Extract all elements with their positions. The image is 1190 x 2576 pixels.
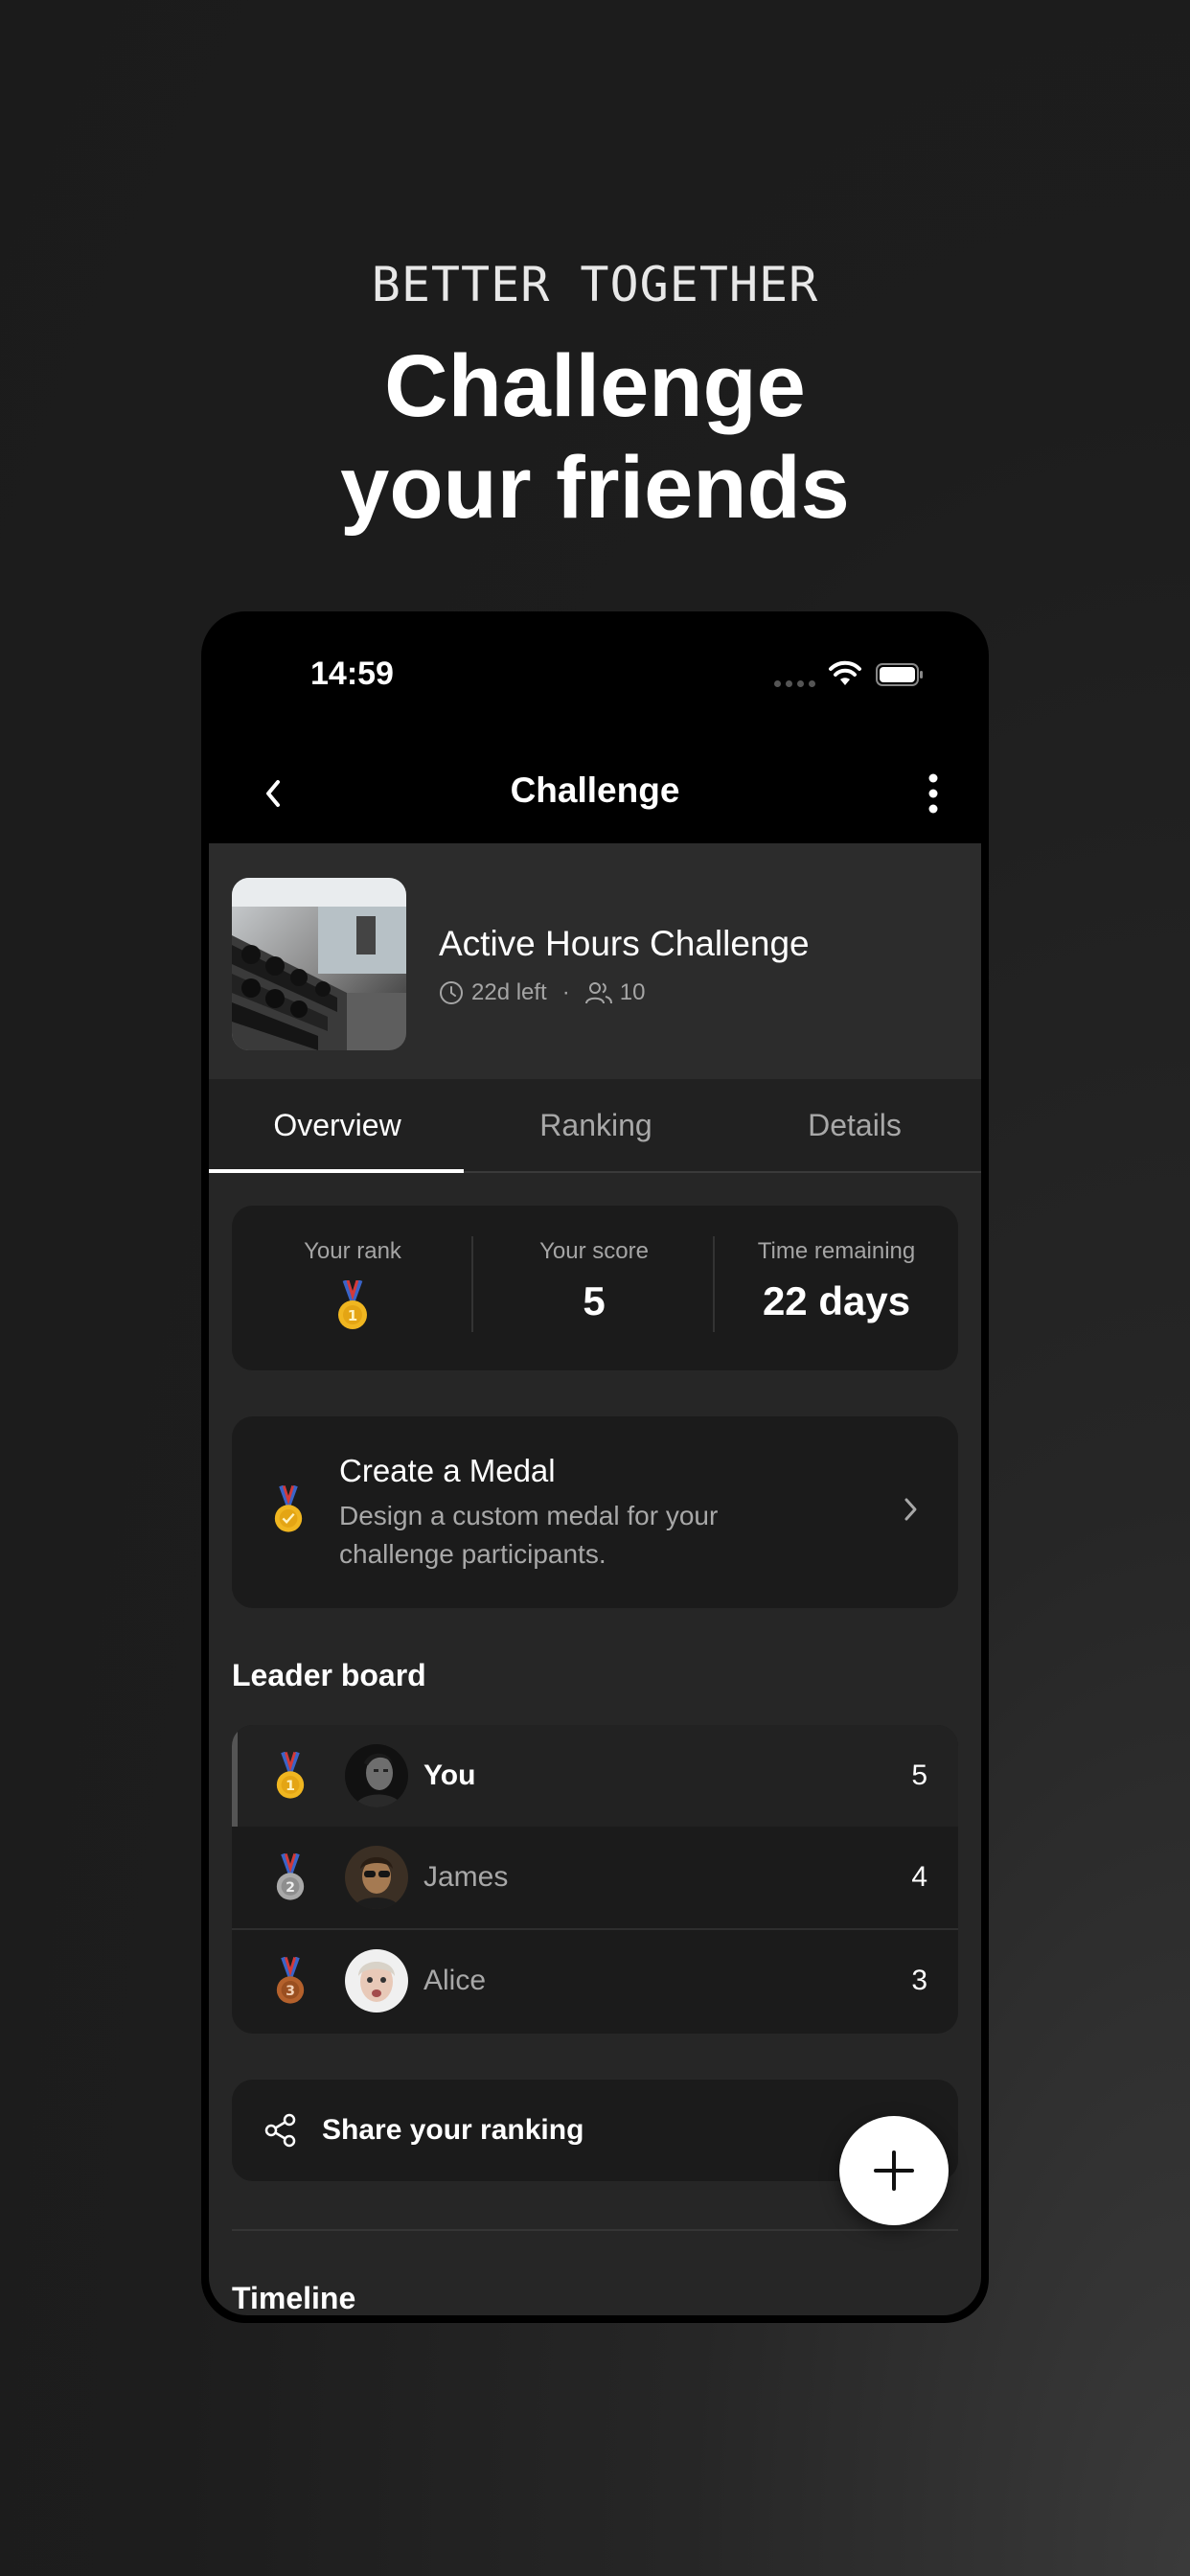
plus-icon: [874, 2150, 914, 2191]
create-medal-description: Design a custom medal for your challenge…: [339, 1501, 719, 1569]
leaderboard-row[interactable]: 1 You 5: [232, 1725, 958, 1827]
promo-headline: Challenge your friends: [0, 335, 1190, 539]
timeline-title: Timeline: [232, 2281, 356, 2315]
leaderboard-row[interactable]: 2 James 4: [232, 1827, 958, 1928]
leaderboard-name: James: [423, 1861, 509, 1893]
medal-icon: [274, 1485, 303, 1532]
nav-title: Challenge: [510, 770, 680, 810]
stat-score-label: Your score: [539, 1238, 649, 1264]
stat-time-value: 22 days: [762, 1278, 911, 1323]
share-ranking-label: Share your ranking: [322, 2114, 584, 2146]
stats-card: Your rank 1 Your score 5 Time remaining …: [232, 1206, 958, 1370]
headline-line-1: Challenge: [384, 337, 806, 435]
leaderboard-score: 3: [911, 1965, 927, 1996]
clock-icon: [440, 981, 463, 1004]
stat-score: Your score 5: [473, 1206, 715, 1370]
leaderboard-score: 5: [911, 1760, 927, 1791]
avatar: [345, 1744, 408, 1807]
stat-score-value: 5: [583, 1278, 606, 1323]
stat-rank: Your rank 1: [232, 1206, 473, 1370]
leaderboard-title: Leader board: [232, 1658, 426, 1692]
add-fab-button[interactable]: [839, 2116, 949, 2225]
status-time: 14:59: [310, 656, 394, 692]
challenge-title: Active Hours Challenge: [439, 924, 810, 963]
leaderboard-list: 1 You 5 2 James 4 3 Alice 3: [232, 1725, 958, 2034]
meta-separator: ·: [561, 979, 570, 1005]
stat-time: Time remaining 22 days: [715, 1206, 958, 1370]
phone-frame: 14:59 Challenge Active Hours Challenge 2…: [201, 611, 989, 2323]
phone-screen: 14:59 Challenge Active Hours Challenge 2…: [209, 611, 981, 2315]
people-icon: [584, 982, 612, 1004]
create-medal-card[interactable]: Create a Medal Design a custom medal for…: [232, 1416, 958, 1608]
share-icon: [264, 2113, 296, 2148]
gold-medal-icon: 1: [338, 1280, 367, 1329]
chevron-right-icon: [904, 1498, 917, 1521]
wifi-icon: [829, 660, 861, 685]
battery-icon: [876, 663, 923, 686]
more-icon[interactable]: [927, 772, 939, 815]
avatar: [345, 1949, 408, 2012]
tab-bar: Overview Ranking Details: [209, 1079, 981, 1173]
svg-text:2: 2: [286, 1880, 295, 1896]
time-left: 22d left: [471, 979, 547, 1005]
stat-rank-label: Your rank: [304, 1238, 401, 1264]
avatar: [345, 1846, 408, 1909]
leaderboard-score: 4: [911, 1861, 927, 1893]
headline-line-2: your friends: [340, 439, 850, 537]
tab-overview[interactable]: Overview: [209, 1108, 466, 1143]
status-bar: 14:59: [209, 611, 981, 746]
promo-kicker: BETTER TOGETHER: [371, 257, 819, 312]
current-user-indicator: [232, 1725, 238, 1827]
nav-bar: Challenge: [209, 746, 981, 843]
participant-count: 10: [619, 979, 646, 1005]
svg-text:1: 1: [348, 1307, 357, 1324]
stat-time-label: Time remaining: [757, 1238, 916, 1264]
tab-active-indicator: [209, 1169, 464, 1173]
create-medal-title: Create a Medal: [339, 1453, 556, 1488]
tab-ranking[interactable]: Ranking: [468, 1108, 724, 1143]
leaderboard-name: Alice: [423, 1965, 487, 1996]
challenge-header: Active Hours Challenge 22d left · 10: [209, 843, 981, 1079]
gold-medal-icon: 1: [276, 1752, 305, 1799]
section-divider: [232, 2229, 958, 2231]
svg-text:3: 3: [286, 1984, 295, 1999]
bronze-medal-icon: 3: [276, 1957, 305, 2004]
challenge-thumbnail: [232, 878, 406, 1050]
silver-medal-icon: 2: [276, 1853, 305, 1900]
cellular-signal-icon: [774, 680, 815, 687]
svg-text:1: 1: [286, 1779, 295, 1794]
tab-details[interactable]: Details: [726, 1108, 981, 1143]
leaderboard-row[interactable]: 3 Alice 3: [232, 1930, 958, 2032]
leaderboard-name: You: [423, 1760, 476, 1791]
challenge-meta: 22d left · 10: [439, 979, 645, 1006]
